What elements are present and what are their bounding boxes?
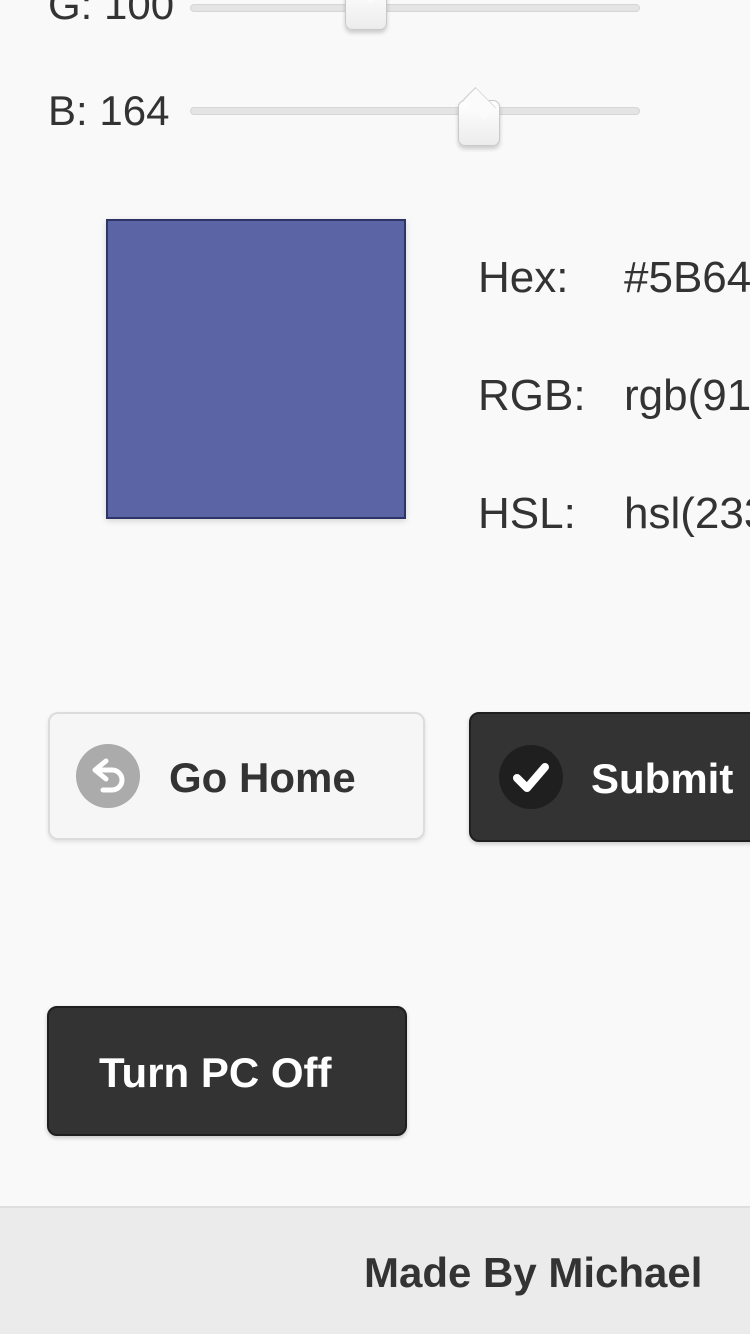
green-slider-label: G: 100 bbox=[48, 0, 175, 28]
undo-arrow-icon bbox=[76, 744, 140, 808]
hex-label: Hex: bbox=[478, 253, 569, 302]
hex-value: #5B64A4 bbox=[624, 253, 750, 302]
green-slider-row: G: 100 bbox=[0, 0, 750, 30]
blue-slider-label: B: 164 bbox=[48, 87, 170, 134]
rgb-label: RGB: bbox=[478, 371, 586, 420]
color-picker-page: G: 100 B: 164 Hex: #5B64A4 RGB: rgb(91, … bbox=[0, 0, 750, 1334]
go-home-button[interactable]: Go Home bbox=[48, 712, 425, 840]
color-preview-swatch bbox=[106, 219, 406, 519]
green-slider-track[interactable] bbox=[190, 4, 640, 12]
green-slider-thumb[interactable] bbox=[345, 0, 388, 30]
blue-slider-row: B: 164 bbox=[0, 78, 750, 146]
go-home-label: Go Home bbox=[169, 754, 356, 801]
turn-pc-off-button[interactable]: Turn PC Off bbox=[47, 1006, 407, 1136]
blue-slider-track[interactable] bbox=[190, 107, 640, 115]
turn-pc-off-label: Turn PC Off bbox=[99, 1049, 332, 1096]
hsl-value: hsl(233, 29%, 50%) bbox=[624, 489, 750, 538]
submit-button[interactable]: Submit bbox=[469, 712, 750, 842]
footer-credit: Made By Michael bbox=[364, 1249, 703, 1296]
rgb-value: rgb(91, 100, 164) bbox=[624, 371, 750, 420]
blue-slider-thumb[interactable] bbox=[458, 100, 501, 146]
submit-label: Submit bbox=[591, 755, 734, 802]
checkmark-icon bbox=[499, 745, 563, 809]
footer: Made By Michael bbox=[0, 1206, 750, 1334]
hsl-label: HSL: bbox=[478, 489, 576, 538]
